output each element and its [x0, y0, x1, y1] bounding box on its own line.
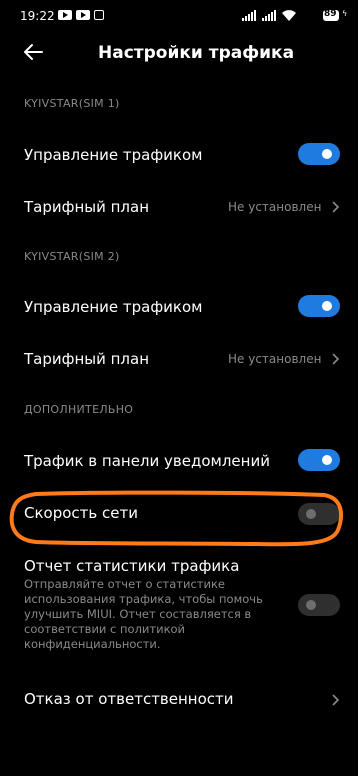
square-notification-icon	[94, 10, 104, 20]
chevron-right-icon	[332, 353, 340, 365]
youtube-icon	[76, 10, 90, 20]
wifi-icon	[282, 10, 296, 21]
sim2-tariff-label: Тарифный план	[24, 350, 150, 368]
sim2-traffic-control-toggle[interactable]	[298, 295, 340, 317]
youtube-icon	[58, 10, 72, 20]
charging-icon: ϟ	[342, 9, 348, 18]
notify-traffic-label: Трафик в панели уведомлений	[24, 452, 270, 470]
sim1-traffic-control-toggle[interactable]	[298, 143, 340, 165]
net-speed-label: Скорость сети	[24, 504, 138, 522]
sim2-tariff-value: Не установлен	[228, 352, 322, 366]
status-bar: 19:22 89 ϟ	[0, 0, 358, 34]
stats-report-label: Отчет статистики трафика	[24, 557, 240, 575]
sim1-traffic-control-label: Управление трафиком	[24, 146, 203, 164]
page-title: Настройки трафика	[98, 43, 295, 63]
chevron-right-icon	[332, 694, 340, 706]
stats-report-description: Отправляйте отчет о статистике использов…	[24, 577, 263, 651]
sim1-tariff-value: Не установлен	[228, 200, 322, 214]
section-sim1: KYIVSTAR(SIM 1)	[24, 97, 120, 110]
sim1-tariff-label: Тарифный план	[24, 198, 150, 216]
section-extra: ДОПОЛНИТЕЛЬНО	[24, 403, 134, 416]
back-arrow-icon[interactable]	[22, 40, 46, 64]
signal-icon	[242, 10, 256, 21]
section-sim2: KYIVSTAR(SIM 2)	[24, 250, 120, 263]
chevron-right-icon	[332, 201, 340, 213]
stats-report-toggle[interactable]	[298, 594, 340, 616]
notify-traffic-toggle[interactable]	[298, 449, 340, 471]
disclaimer-label: Отказ от ответственности	[24, 690, 234, 708]
signal-icon	[262, 10, 276, 21]
status-time: 19:22	[20, 9, 55, 23]
sim2-traffic-control-label: Управление трафиком	[24, 298, 203, 316]
net-speed-toggle[interactable]	[298, 503, 340, 525]
battery-level: 89	[324, 9, 337, 19]
